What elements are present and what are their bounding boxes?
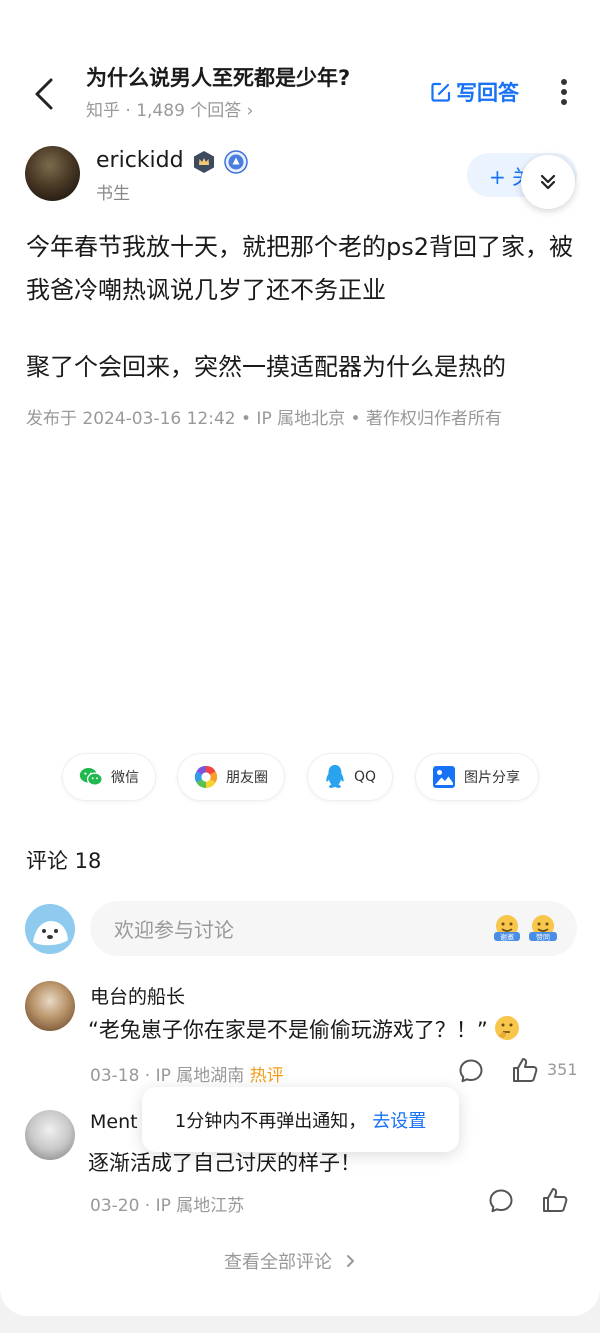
like-icon[interactable] <box>511 1056 539 1088</box>
commenter-name[interactable]: Ment <box>90 1111 138 1133</box>
commenter-avatar[interactable] <box>25 1110 75 1160</box>
comment-date: 03-18 · <box>90 1066 151 1086</box>
comment-meta: 03-20 · IP 属地江苏 <box>90 1191 244 1216</box>
comment-ip: IP 属地江苏 <box>155 1196 245 1216</box>
comment-input-placeholder: 欢迎参与讨论 <box>114 918 234 942</box>
write-answer-label: 写回答 <box>456 81 519 105</box>
commenter-avatar[interactable] <box>25 981 75 1031</box>
share-image-button[interactable]: 图片分享 <box>415 753 539 801</box>
my-avatar[interactable] <box>25 904 75 954</box>
comment-body: “老兔崽子你在家是不是偷偷玩游戏了？！” <box>88 1018 488 1042</box>
chevron-left-icon <box>35 78 53 110</box>
share-moments-button[interactable]: 朋友圈 <box>177 753 285 801</box>
image-share-icon <box>433 766 455 788</box>
reply-icon[interactable] <box>488 1188 514 1218</box>
share-wechat-button[interactable]: 微信 <box>62 753 156 801</box>
qq-icon <box>326 765 344 788</box>
write-answer-button[interactable]: 写回答 <box>430 77 519 107</box>
share-qq-label: QQ <box>353 769 376 785</box>
author-avatar[interactable] <box>25 146 80 201</box>
like-icon[interactable] <box>541 1186 569 1218</box>
like-count: 351 <box>547 1060 578 1079</box>
author-tagline: 书生 <box>96 184 130 204</box>
thinking-emoji-icon <box>495 1016 520 1040</box>
share-moments-label: 朋友圈 <box>226 770 268 786</box>
more-dot-icon <box>561 99 567 105</box>
comment-meta: 03-18 · IP 属地湖南 热评 <box>90 1061 284 1086</box>
more-dot-icon <box>561 79 567 85</box>
emoji-agree-icon[interactable]: 赞同 <box>528 914 558 946</box>
more-menu-button[interactable] <box>552 76 576 108</box>
collapse-button[interactable] <box>521 155 575 209</box>
back-button[interactable] <box>24 70 64 118</box>
answer-paragraph: 今年春节我放十天，就把那个老的ps2背回了家，被我爸冷嘲热讽说几岁了还不务正业 <box>26 233 574 304</box>
comment-date: 03-20 · <box>90 1196 151 1216</box>
question-title[interactable]: 为什么说男人至死都是少年? <box>86 62 350 92</box>
reply-icon[interactable] <box>458 1058 484 1088</box>
more-dot-icon <box>561 89 567 95</box>
hot-comment-badge: 热评 <box>249 1066 284 1086</box>
answer-paragraph: 聚了个会回来，突然一摸适配器为什么是热的 <box>26 353 506 381</box>
share-qq-button[interactable]: QQ <box>307 753 393 801</box>
share-image-label: 图片分享 <box>464 770 520 786</box>
moments-icon <box>194 765 218 789</box>
author-name[interactable]: erickidd <box>96 148 184 173</box>
verified-badge-icon[interactable] <box>224 150 248 178</box>
answer-meta: 发布于 2024-03-16 12:42 • IP 属地北京 • 著作权归作者所… <box>26 409 502 429</box>
view-all-comments-button[interactable]: 查看全部评论 <box>224 1248 356 1274</box>
share-wechat-label: 微信 <box>111 770 139 786</box>
comment-text: “老兔崽子你在家是不是偷偷玩游戏了？！” <box>88 1014 520 1044</box>
toast-text: 1分钟内不再弹出通知， <box>174 1110 367 1132</box>
commenter-name[interactable]: 电台的船长 <box>90 982 185 1009</box>
notification-toast: 1分钟内不再弹出通知， 去设置 <box>142 1087 459 1152</box>
view-all-label: 查看全部评论 <box>224 1252 332 1273</box>
answer-card: 为什么说男人至死都是少年? 知乎 · 1,489 个回答 › 写回答 erick… <box>0 0 600 1316</box>
comments-header: 评论 18 <box>26 849 102 873</box>
chevron-right-icon <box>347 1255 354 1267</box>
edit-icon <box>431 82 451 102</box>
emoji-thanks-label: 谢邀 <box>500 933 514 942</box>
comment-ip: IP 属地湖南 <box>155 1066 245 1086</box>
double-chevron-down-icon <box>540 174 556 190</box>
wechat-icon <box>79 768 103 786</box>
emoji-agree-label: 赞同 <box>536 933 550 942</box>
emoji-thanks-icon[interactable]: 谢邀 <box>493 914 521 946</box>
crown-badge-icon[interactable] <box>192 150 216 178</box>
toast-settings-link[interactable]: 去设置 <box>372 1107 426 1133</box>
question-subtitle[interactable]: 知乎 · 1,489 个回答 › <box>86 96 254 121</box>
